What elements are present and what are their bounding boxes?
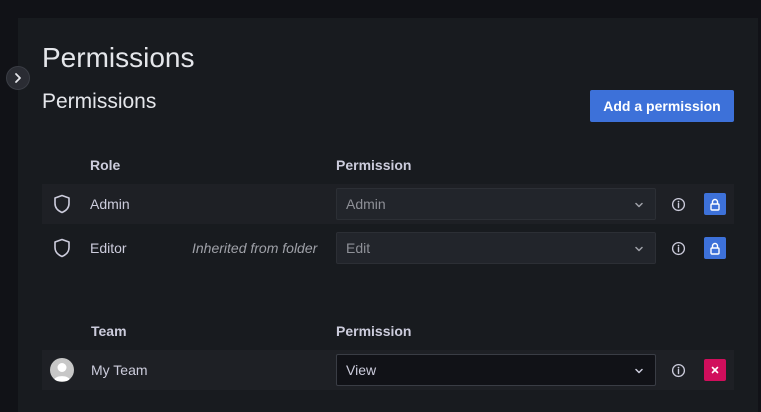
section-title: Permissions [42,90,157,113]
close-icon [711,366,719,374]
shield-icon [52,238,72,258]
permissions-panel: Permissions Permissions Add a permission… [18,18,758,412]
permission-select-value: View [346,362,377,378]
chevron-right-icon [15,73,21,83]
permission-select[interactable]: Admin [336,188,656,220]
lock-icon [710,242,720,255]
column-header-permission: Permission [336,157,412,173]
permission-select[interactable]: Edit [336,232,656,264]
info-icon[interactable] [670,362,686,378]
avatar [50,358,74,382]
team-name: My Team [91,362,148,378]
shield-icon [52,194,72,214]
permission-select[interactable]: View [336,354,656,386]
table-row: Admin Admin [42,184,734,224]
left-rail [0,0,18,412]
chevron-down-icon [633,243,645,255]
chevron-down-icon [633,365,645,377]
table-row: My Team View [42,350,734,390]
permission-select-value: Admin [346,196,386,212]
column-header-permission: Permission [336,323,412,339]
add-permission-button[interactable]: Add a permission [590,90,734,122]
remove-permission-button[interactable] [704,359,726,381]
info-icon[interactable] [670,240,686,256]
lock-button[interactable] [704,193,726,215]
column-header-role: Role [90,157,121,173]
column-header-team: Team [91,323,127,339]
lock-button[interactable] [704,237,726,259]
table-row: Editor Inherited from folder Edit [42,228,734,268]
inherited-label: Inherited from folder [192,240,318,256]
expand-sidebar-button[interactable] [6,66,30,90]
role-name: Editor [90,240,127,256]
info-icon[interactable] [670,196,686,212]
page-title: Permissions [42,42,195,73]
role-name: Admin [90,196,130,212]
chevron-down-icon [633,199,645,211]
lock-icon [710,198,720,211]
permission-select-value: Edit [346,240,371,256]
